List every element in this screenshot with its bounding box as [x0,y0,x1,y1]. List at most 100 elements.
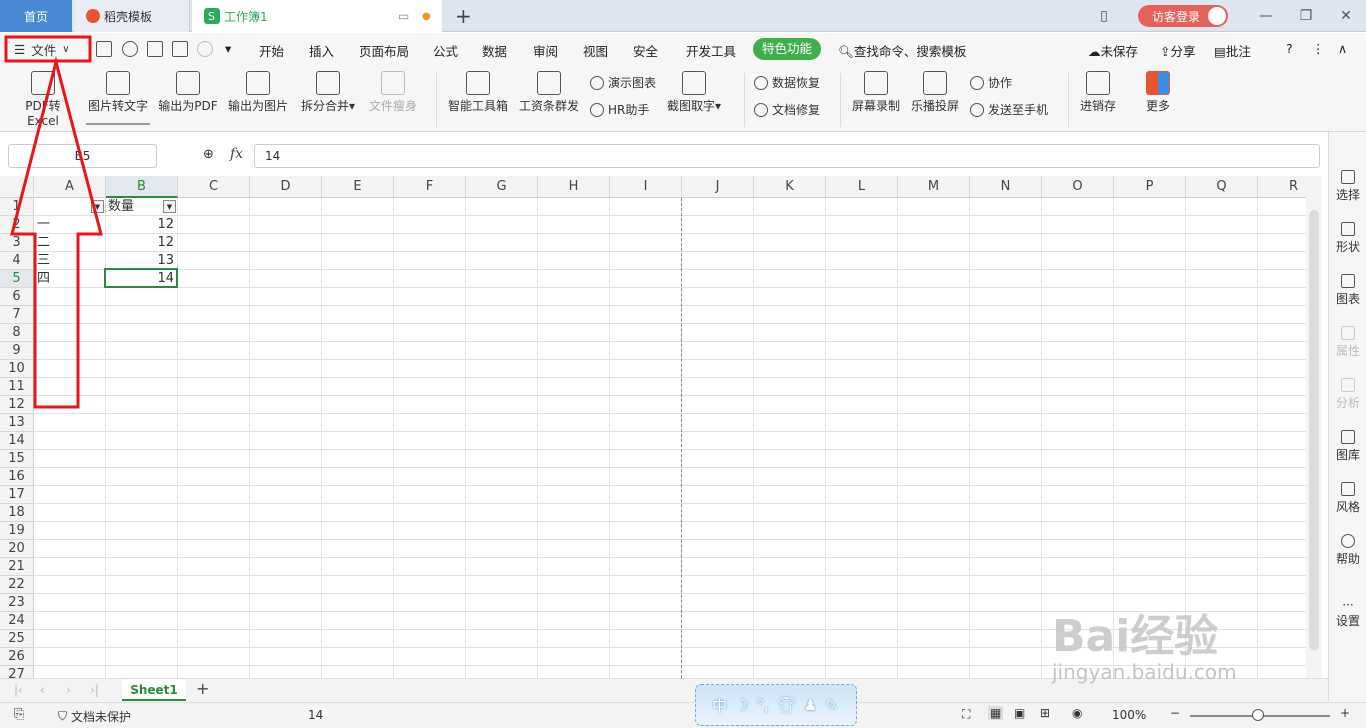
row-header-19[interactable]: 19 [0,522,34,540]
row-header-23[interactable]: 23 [0,594,34,612]
column-header-r[interactable]: R [1258,176,1306,198]
save-icon[interactable] [96,41,112,57]
doc-protect-status[interactable]: ⛉ 文档未保护 [58,708,131,725]
salary-slip-button[interactable]: 工资条群发 [516,65,582,114]
smart-toolbox-button[interactable]: 智能工具箱 [445,65,511,114]
export-image-button[interactable]: 输出为图片 [226,65,290,114]
menu-formula[interactable]: 公式 [433,41,458,60]
panel-properties[interactable]: 属性 [1329,326,1366,359]
screenshot-ocr-button[interactable]: 截图取字▾ [664,65,724,114]
zoom-formula-icon[interactable]: ⊕ [203,147,214,162]
add-sheet-button[interactable]: + [196,679,209,698]
menu-insert[interactable]: 插入 [309,41,334,60]
filter-dropdown-a-icon[interactable]: ▼ [91,200,104,213]
hr-assistant-button[interactable]: HR助手 [590,101,649,118]
column-header-a[interactable]: A [34,176,106,198]
page-break-view-icon[interactable]: ⊞ [1040,706,1050,720]
menu-view[interactable]: 视图 [583,41,608,60]
column-header-c[interactable]: C [178,176,250,198]
unsaved-status[interactable]: ☁︎未保存 [1088,41,1138,60]
panel-settings[interactable]: ··· 设置 [1329,598,1366,629]
more-button[interactable]: 更多 [1140,65,1176,114]
zoom-in-icon[interactable]: + [1340,706,1350,720]
pdf-to-excel-button[interactable]: PDF转Excel [10,65,76,128]
row-header-7[interactable]: 7 [0,306,34,324]
column-header-g[interactable]: G [466,176,538,198]
row-header-18[interactable]: 18 [0,504,34,522]
cell-a4[interactable]: 三 [34,252,106,270]
column-header-l[interactable]: L [826,176,898,198]
demo-chart-button[interactable]: 演示图表 [590,74,656,91]
cell-a2[interactable]: 一 [34,216,106,234]
zoom-slider-handle[interactable] [1252,709,1264,721]
row-header-13[interactable]: 13 [0,414,34,432]
layout-icon[interactable]: ▯ [1084,8,1124,24]
select-all-corner[interactable] [0,176,34,198]
column-header-j[interactable]: J [682,176,754,198]
row-header-14[interactable]: 14 [0,432,34,450]
vertical-scrollbar[interactable] [1306,176,1322,678]
file-menu-button[interactable]: ☰ 文件 ∨ [8,38,90,60]
last-sheet-icon[interactable]: ›| [90,683,99,697]
doc-repair-button[interactable]: 文档修复 [754,101,820,118]
column-header-d[interactable]: D [250,176,322,198]
tab-home[interactable]: 首页 [0,0,72,32]
collapse-ribbon-icon[interactable]: ∧ [1338,41,1347,56]
row-header-8[interactable]: 8 [0,324,34,342]
first-sheet-icon[interactable]: |‹ [14,683,23,697]
help-icon[interactable]: ? [1286,41,1293,56]
menu-special-features[interactable]: 特色功能 [753,38,821,60]
menu-review[interactable]: 审阅 [533,41,558,60]
filter-dropdown-b-icon[interactable]: ▼ [163,200,176,213]
column-header-b[interactable]: B [106,176,178,198]
inventory-button[interactable]: 进销存 [1076,65,1120,114]
column-header-i[interactable]: I [610,176,682,198]
scroll-thumb[interactable] [1309,210,1319,650]
row-header-4[interactable]: 4 [0,252,34,270]
column-header-e[interactable]: E [322,176,394,198]
column-header-q[interactable]: Q [1186,176,1258,198]
menu-page-layout[interactable]: 页面布局 [359,41,409,60]
row-header-3[interactable]: 3 [0,234,34,252]
sheet-tab-sheet1[interactable]: Sheet1 [122,679,186,701]
column-header-f[interactable]: F [394,176,466,198]
fx-icon[interactable]: fx [230,146,243,162]
export-icon[interactable] [122,41,138,57]
more-options-icon[interactable]: ⋮ [1312,41,1325,56]
panel-help[interactable]: 帮助 [1329,534,1366,567]
row-header-16[interactable]: 16 [0,468,34,486]
tab-template[interactable]: 稻壳模板 [74,0,190,32]
normal-view-icon[interactable]: ▦ [988,706,1004,720]
collaborate-button[interactable]: 协作 [970,74,1012,91]
zoom-out-icon[interactable]: − [1170,706,1180,720]
panel-style[interactable]: 风格 [1329,482,1366,515]
row-header-15[interactable]: 15 [0,450,34,468]
row-header-2[interactable]: 2 [0,216,34,234]
login-button[interactable]: 访客登录 [1137,5,1228,27]
panel-analysis[interactable]: 分析 [1329,378,1366,411]
row-header-5[interactable]: 5 [0,270,34,288]
menu-home[interactable]: 开始 [259,41,284,60]
row-header-11[interactable]: 11 [0,378,34,396]
row-header-21[interactable]: 21 [0,558,34,576]
sheet-mode-icon[interactable]: ⎘ [14,707,24,722]
screen-record-button[interactable]: 屏幕录制 [850,65,902,114]
prev-sheet-icon[interactable]: ‹ [40,683,45,697]
row-header-12[interactable]: 12 [0,396,34,414]
row-header-20[interactable]: 20 [0,540,34,558]
fullscreen-icon[interactable]: ⛶ [962,707,970,722]
image-to-text-button[interactable]: 图片转文字 [86,65,150,125]
cast-screen-button[interactable]: 乐播投屏 [909,65,961,114]
monitor-icon[interactable]: ▭ [398,9,409,23]
page-view-icon[interactable]: ▣ [1014,706,1025,720]
column-header-k[interactable]: K [754,176,826,198]
row-header-1[interactable]: 1 [0,198,34,216]
cell-b2[interactable]: 12 [105,216,177,234]
cell-a3[interactable]: 二 [34,234,106,252]
menu-data[interactable]: 数据 [482,41,507,60]
row-header-26[interactable]: 26 [0,648,34,666]
minimize-button[interactable]: — [1246,8,1286,24]
formula-input[interactable]: 14 [254,144,1320,168]
row-header-6[interactable]: 6 [0,288,34,306]
eye-protection-icon[interactable]: ◉ [1072,706,1082,720]
